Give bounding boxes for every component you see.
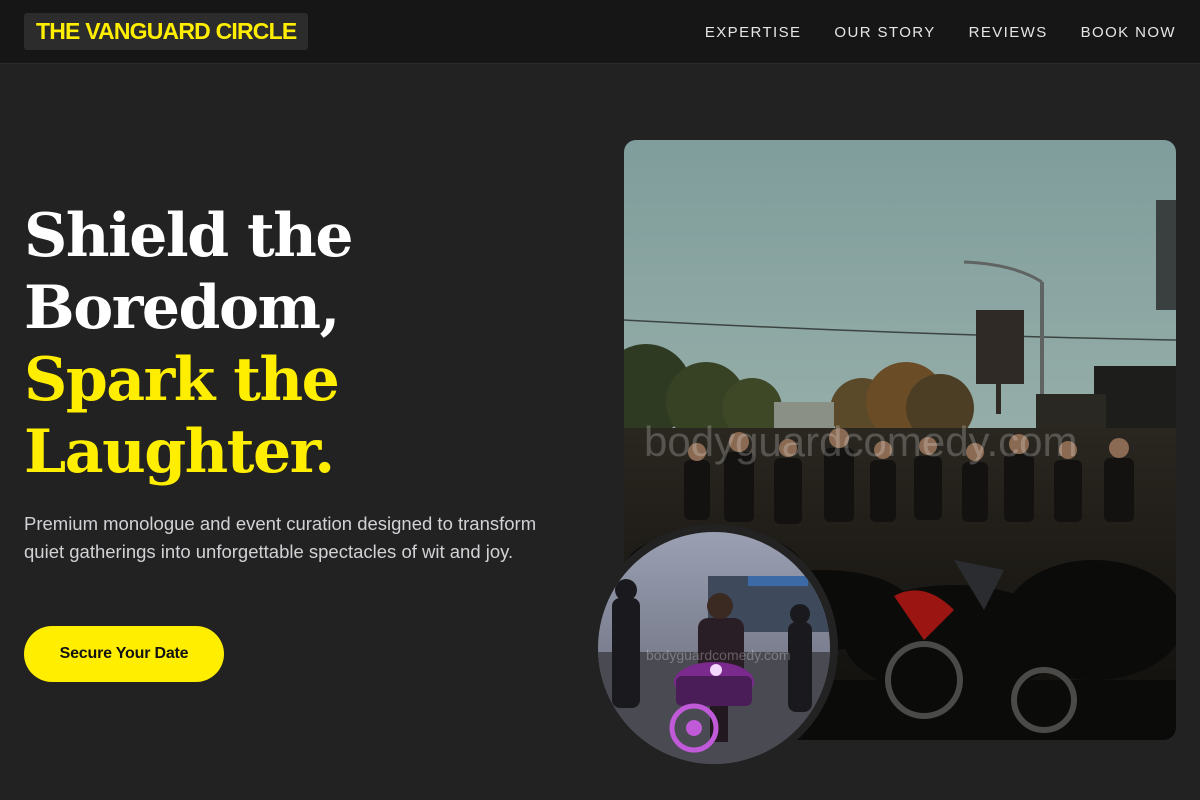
nav-link-expertise[interactable]: EXPERTISE — [705, 24, 802, 41]
headline-line-1: Shield the — [24, 201, 354, 271]
circle-photo-rider: bodyguardcomedy.com — [590, 524, 838, 772]
hero-headline: Shield the Boredom, Spark the Laughter. — [24, 200, 584, 488]
headline-line-4: Laughter. — [24, 417, 335, 487]
brand-logo[interactable]: THE VANGUARD CIRCLE — [24, 13, 309, 50]
main-photo-watermark: bodyguardcomedy.com — [644, 418, 1077, 465]
rider-illustration: bodyguardcomedy.com — [598, 532, 830, 764]
nav-link-reviews[interactable]: REVIEWS — [969, 24, 1048, 41]
headline-line-3: Spark the — [24, 345, 340, 415]
headline-line-2: Boredom, — [24, 273, 340, 343]
secure-your-date-button[interactable]: Secure Your Date — [24, 626, 224, 682]
nav-link-book-now[interactable]: BOOK NOW — [1081, 24, 1176, 41]
top-navbar: THE VANGUARD CIRCLE EXPERTISE OUR STORY … — [0, 0, 1200, 64]
main-nav: EXPERTISE OUR STORY REVIEWS BOOK NOW — [705, 0, 1176, 64]
nav-link-our-story[interactable]: OUR STORY — [834, 24, 935, 41]
hero-subtitle: Premium monologue and event curation des… — [24, 513, 537, 562]
circle-photo-watermark: bodyguardcomedy.com — [646, 647, 790, 663]
